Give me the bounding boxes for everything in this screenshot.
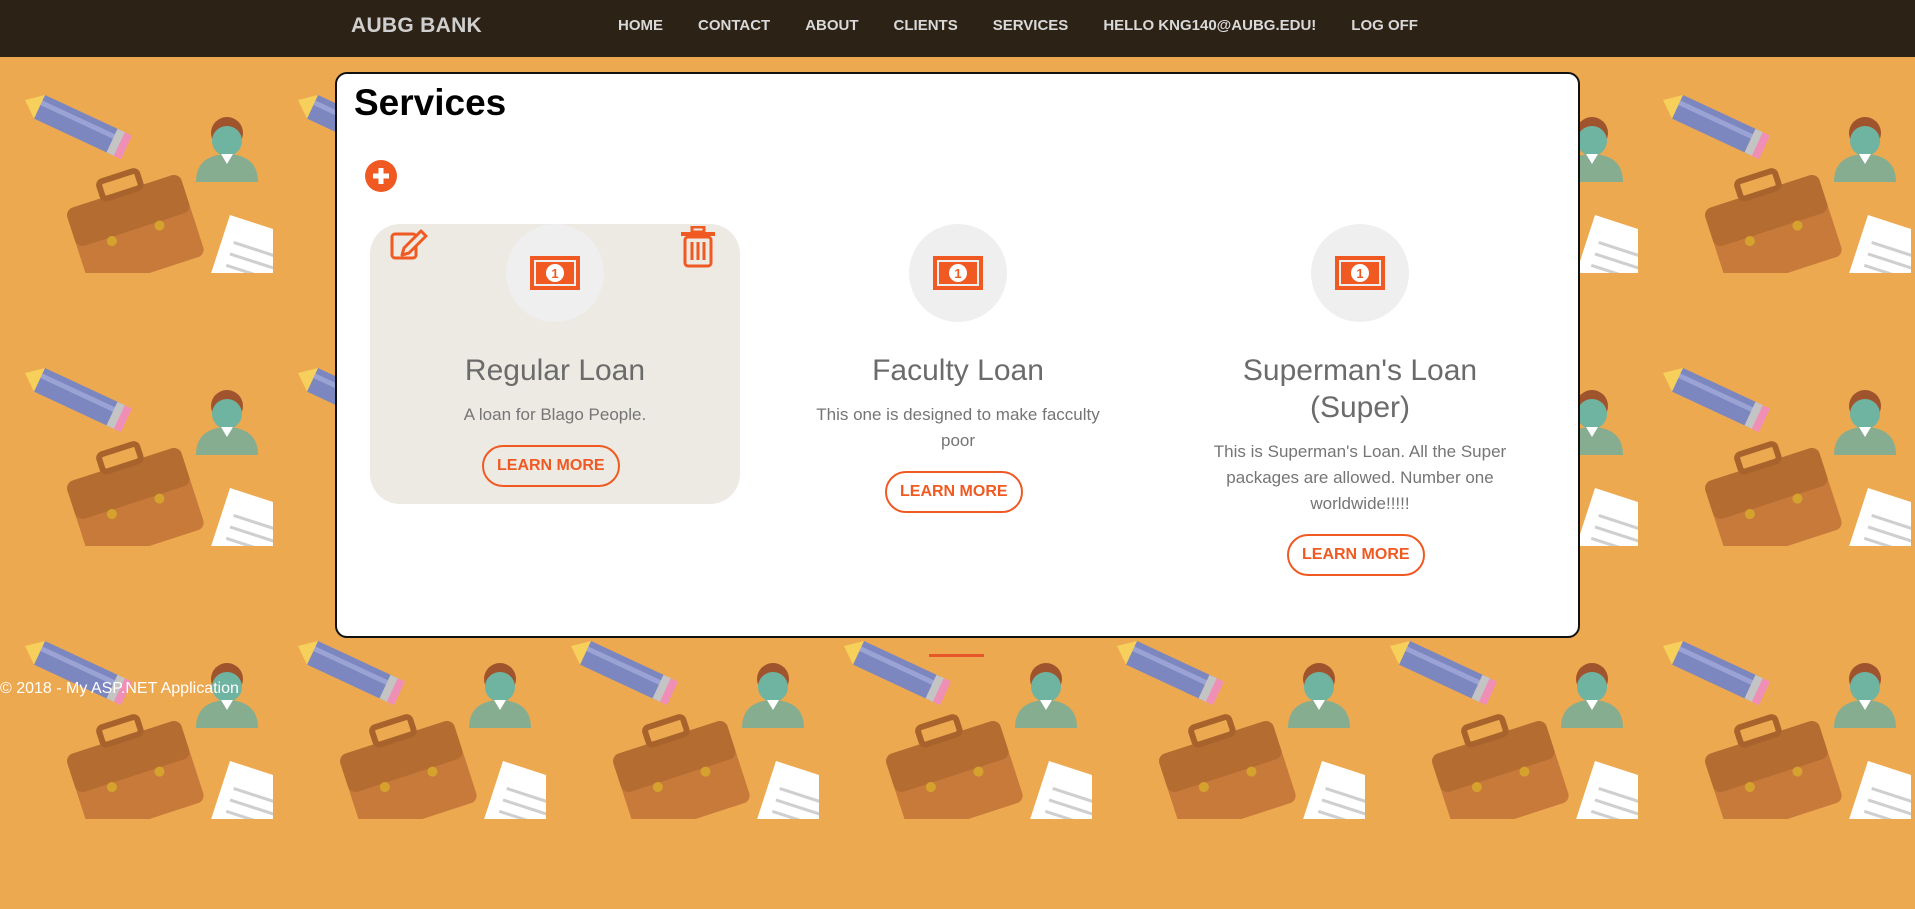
svg-text:1: 1 xyxy=(551,266,558,281)
trash-icon xyxy=(681,225,715,268)
learn-more-button[interactable]: LEARN MORE xyxy=(1287,534,1425,576)
services-panel: Services 1 Regular Loan A loan for Blago… xyxy=(335,72,1580,638)
footer-divider xyxy=(929,654,984,657)
svg-text:1: 1 xyxy=(1356,266,1363,281)
service-icon-circle: 1 xyxy=(909,224,1007,322)
nav-log-off[interactable]: LOG OFF xyxy=(1351,17,1418,34)
edit-icon xyxy=(390,229,428,260)
top-navbar: AUBG BANK HOME CONTACT ABOUT CLIENTS SER… xyxy=(0,0,1915,57)
service-description: A loan for Blago People. xyxy=(463,405,647,424)
footer-copyright: © 2018 - My ASP.NET Application xyxy=(0,680,239,697)
service-icon-circle: 1 xyxy=(506,224,604,322)
service-title: Regular Loan xyxy=(464,354,646,387)
page-title: Services xyxy=(354,82,507,123)
brand-logo[interactable]: AUBG BANK xyxy=(351,14,482,38)
nav-clients[interactable]: CLIENTS xyxy=(894,17,958,34)
service-icon-circle: 1 xyxy=(1311,224,1409,322)
service-title: Faculty Loan xyxy=(872,354,1044,387)
service-card-regular-loan: 1 Regular Loan A loan for Blago People. … xyxy=(370,224,740,504)
money-bill-icon: 1 xyxy=(1335,256,1385,290)
nav-home[interactable]: HOME xyxy=(618,17,663,34)
delete-service-button[interactable] xyxy=(680,225,716,273)
nav-user-greeting[interactable]: HELLO KNG140@AUBG.EDU! xyxy=(1103,17,1316,34)
service-description: This one is designed to make faccultу po… xyxy=(816,405,1100,450)
learn-more-button[interactable]: LEARN MORE xyxy=(885,471,1023,513)
svg-text:1: 1 xyxy=(954,266,961,281)
learn-more-button[interactable]: LEARN MORE xyxy=(482,445,620,487)
service-description: This is Superman's Loan. All the Super p… xyxy=(1213,442,1507,513)
edit-service-button[interactable] xyxy=(390,226,430,265)
nav-about[interactable]: ABOUT xyxy=(805,17,858,34)
service-title: Superman's Loan (Super) xyxy=(1242,354,1478,424)
money-bill-icon: 1 xyxy=(530,256,580,290)
add-service-button[interactable] xyxy=(365,160,397,192)
main-nav: HOME CONTACT ABOUT CLIENTS SERVICES HELL… xyxy=(618,17,1453,34)
nav-contact[interactable]: CONTACT xyxy=(698,17,770,34)
nav-services[interactable]: SERVICES xyxy=(993,17,1069,34)
plus-circle-icon xyxy=(373,168,389,184)
money-bill-icon: 1 xyxy=(933,256,983,290)
